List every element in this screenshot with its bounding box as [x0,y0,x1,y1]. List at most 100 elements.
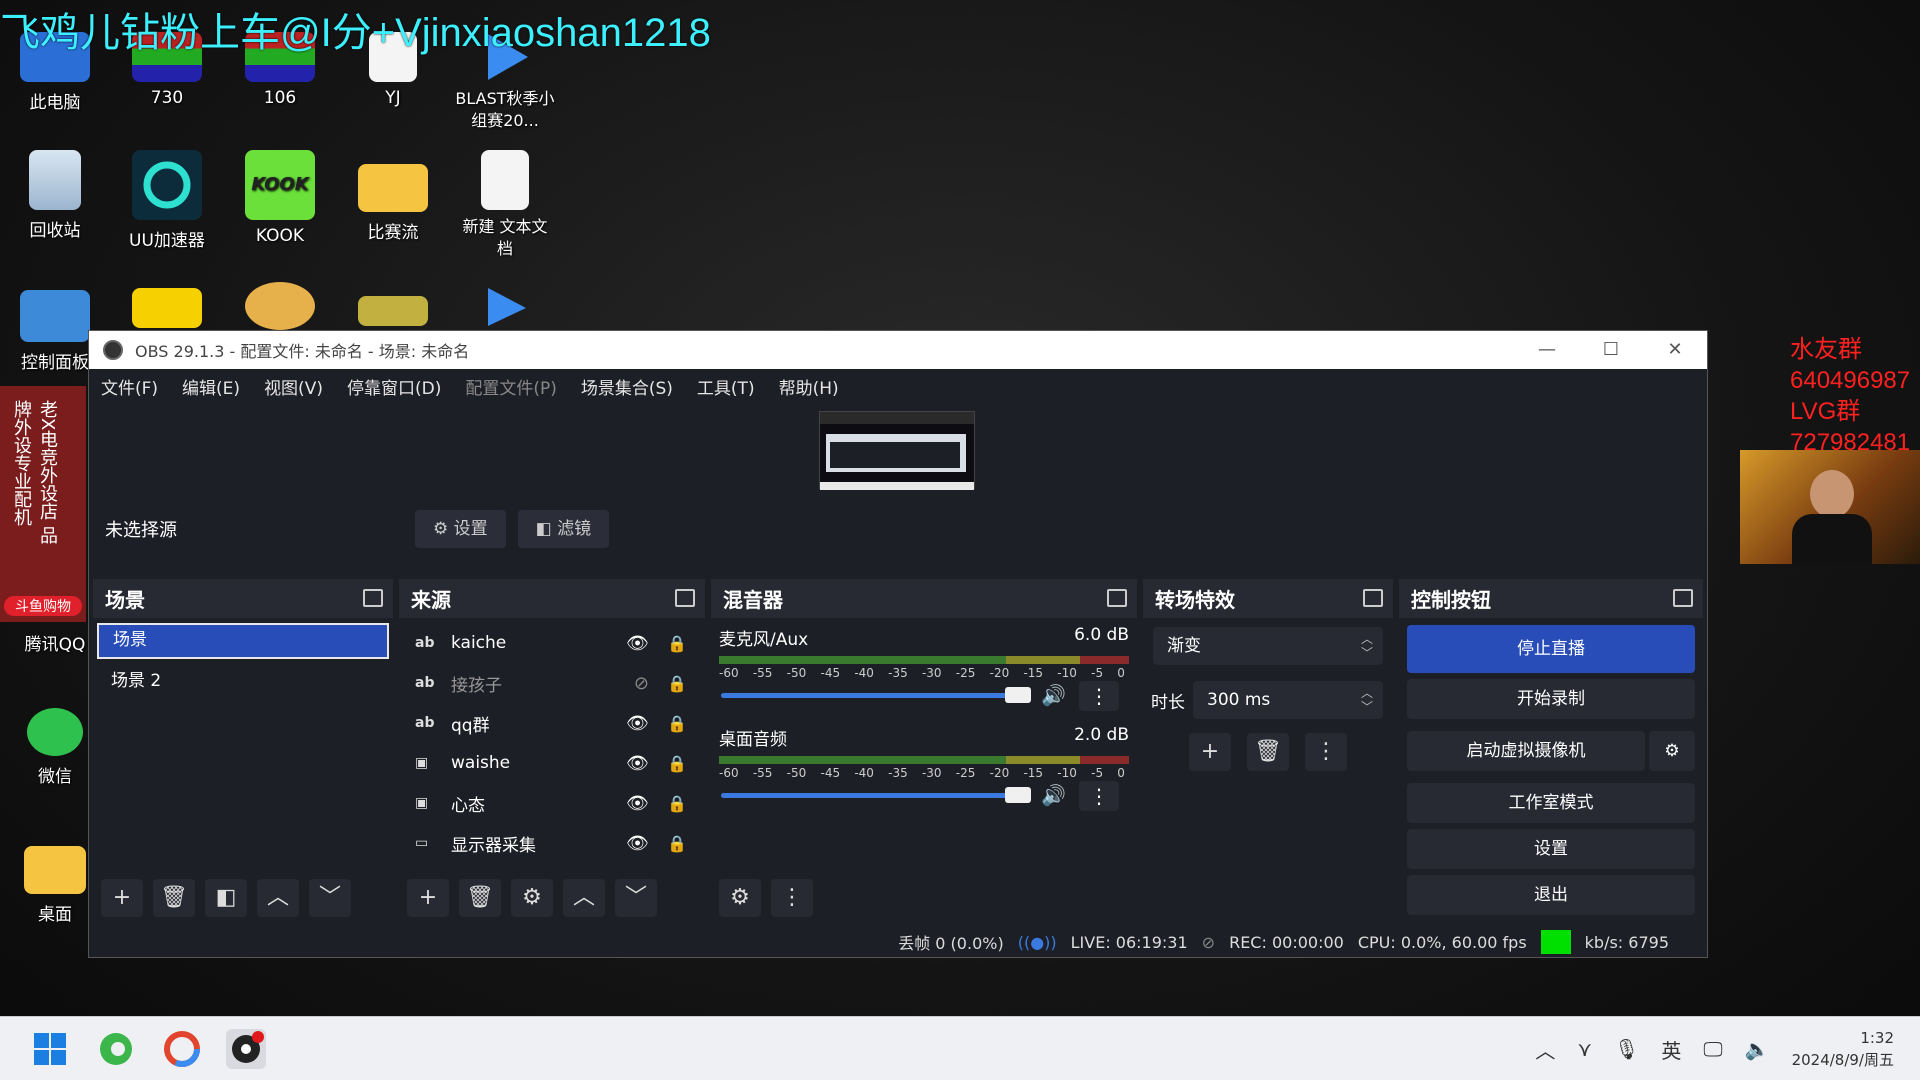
menu-help[interactable]: 帮助(H) [779,374,839,399]
lock-icon[interactable]: 🔒 [667,834,687,853]
eye-icon[interactable]: 👁 [626,833,649,854]
source-item[interactable]: ab kaiche 👁 🔒 [399,623,705,663]
source-filters-button[interactable]: ◧ 滤镜 [517,510,610,548]
scene-item[interactable]: 场景 2 [97,663,389,699]
display-icon[interactable]: 🖵 [1703,1037,1722,1061]
lock-icon[interactable]: 🔒 [667,714,687,733]
source-item[interactable]: ab qq群 👁 🔒 [399,703,705,743]
eye-icon[interactable]: 👁 [626,713,649,734]
source-item[interactable]: ab 接孩子 ⊘ 🔒 [399,663,705,703]
popout-icon[interactable] [1107,589,1127,607]
obs-titlebar[interactable]: OBS 29.1.3 - 配置文件: 未命名 - 场景: 未命名 — ☐ ✕ [89,331,1707,369]
edge-browser-icon[interactable] [96,1029,136,1069]
start-virtual-camera-button[interactable]: 启动虚拟摄像机 [1407,731,1645,771]
windows-start-icon[interactable] [30,1029,70,1069]
desktop-icon-folder[interactable]: 比赛流 [343,150,443,243]
speaker-icon[interactable]: 🔈 [1745,1037,1770,1061]
more-options-icon[interactable]: ⋮ [771,879,813,917]
trash-icon[interactable]: 🗑 [153,879,195,917]
volume-slider[interactable] [721,787,1031,803]
streamer-webcam [1740,450,1920,564]
lock-icon[interactable]: 🔒 [667,634,687,653]
desktop-icon-game[interactable] [343,296,443,332]
color-app-icon[interactable] [162,1029,202,1069]
popout-icon[interactable] [1673,589,1693,607]
desktop-icon-kook[interactable]: KOOK KOOK [230,150,330,246]
source-item[interactable]: ▣ 心态 👁 🔒 [399,783,705,823]
source-toolbar: 未选择源 ⚙ 设置 ◧ 滤镜 [89,501,1707,557]
kook-icon: KOOK [245,150,315,220]
add-source-button[interactable]: + [407,879,449,917]
menu-tools[interactable]: 工具(T) [697,374,755,399]
duration-input[interactable]: 300 ms ︿ ﹀ [1193,681,1383,719]
gear-icon[interactable]: ⚙ [511,879,553,917]
scene-filters-button[interactable]: ◧ [205,879,247,917]
speaker-icon[interactable]: 🔊 [1041,783,1066,807]
scene-item[interactable]: 场景 [97,623,389,659]
more-options-icon[interactable]: ⋮ [1305,733,1347,771]
obs-taskbar-icon[interactable] [226,1029,266,1069]
minimize-icon[interactable]: — [1515,331,1579,369]
trash-icon[interactable]: 🗑 [1247,733,1289,771]
popout-icon[interactable] [363,589,383,607]
menu-edit[interactable]: 编辑(E) [182,374,240,399]
menu-profile[interactable]: 配置文件(P) [465,374,557,399]
slider-handle[interactable] [1005,687,1031,703]
popout-icon[interactable] [1363,589,1383,607]
desktop-icon-player[interactable] [455,286,555,332]
exit-button[interactable]: 退出 [1407,875,1695,915]
menu-scene-collection[interactable]: 场景集合(S) [581,374,673,399]
source-item[interactable]: ▣ waishe 👁 🔒 [399,743,705,783]
gear-icon[interactable]: ⚙ [1649,731,1695,771]
volume-slider[interactable] [721,687,1031,703]
move-up-button[interactable]: ︿ [563,879,605,917]
stop-streaming-button[interactable]: 停止直播 [1407,625,1695,673]
speaker-icon[interactable]: 🔊 [1041,683,1066,707]
desktop-icon-recycle-bin[interactable]: 回收站 [5,150,105,241]
lock-icon[interactable]: 🔒 [667,794,687,813]
eye-icon[interactable]: 👁 [626,633,649,654]
eye-hidden-icon[interactable]: ⊘ [634,673,649,694]
sources-dock: 来源 ab kaiche 👁 🔒 ab 接孩子 ⊘ 🔒 ab qq群 👁 🔒 ▣ waishe 👁 🔒 … [399,579,705,925]
source-settings-button[interactable]: ⚙ 设置 [415,510,506,548]
lock-icon[interactable]: 🔒 [667,754,687,773]
transition-select[interactable]: 渐变 ︿ ﹀ [1153,627,1383,665]
desktop-icon-uu[interactable]: UU加速器 [117,150,217,251]
connection-indicator [1540,930,1571,954]
advanced-audio-button[interactable]: ⚙ [719,879,761,917]
move-up-button[interactable]: ︿ [257,879,299,917]
move-down-button[interactable]: ﹀ [309,879,351,917]
menu-view[interactable]: 视图(V) [264,374,323,399]
more-options-icon[interactable]: ⋮ [1079,781,1119,811]
add-transition-button[interactable]: + [1189,733,1231,771]
more-options-icon[interactable]: ⋮ [1079,681,1119,711]
maximize-icon[interactable]: ☐ [1579,331,1643,369]
recycle-bin-icon [29,150,81,210]
slider-handle[interactable] [1005,787,1031,803]
eye-icon[interactable]: 👁 [626,793,649,814]
microphone-icon[interactable]: 🎙 [1614,1037,1639,1061]
menu-docks[interactable]: 停靠窗口(D) [347,374,441,399]
menu-file[interactable]: 文件(F) [101,374,158,399]
studio-mode-button[interactable]: 工作室模式 [1407,783,1695,823]
source-item[interactable]: ▭ 显示器采集 👁 🔒 [399,823,705,863]
move-down-button[interactable]: ﹀ [615,879,657,917]
popout-icon[interactable] [675,589,695,607]
add-scene-button[interactable]: + [101,879,143,917]
spinner-icon[interactable]: ︿ ﹀ [1361,681,1373,714]
chevron-up-icon[interactable]: ︿ [1535,1035,1555,1064]
ime-indicator[interactable]: 英 [1661,1035,1681,1064]
preview-area[interactable] [89,403,1707,501]
network-icon[interactable]: ⋎ [1577,1037,1592,1061]
settings-button[interactable]: 设置 [1407,829,1695,869]
desktop-icon-video[interactable] [117,288,217,334]
trash-icon[interactable]: 🗑 [459,879,501,917]
close-icon[interactable]: ✕ [1643,331,1707,369]
scenes-dock: 场景 场景 场景 2 + 🗑 ◧ ︿ ﹀ [93,579,393,925]
start-recording-button[interactable]: 开始录制 [1407,679,1695,719]
lock-icon[interactable]: 🔒 [667,674,687,693]
clock[interactable]: 1:32 2024/8/9/周五 [1792,1027,1894,1071]
desktop-icon-cat-app[interactable] [230,282,330,336]
eye-icon[interactable]: 👁 [626,753,649,774]
desktop-icon-text-doc[interactable]: 新建 文本文档 [455,150,555,260]
